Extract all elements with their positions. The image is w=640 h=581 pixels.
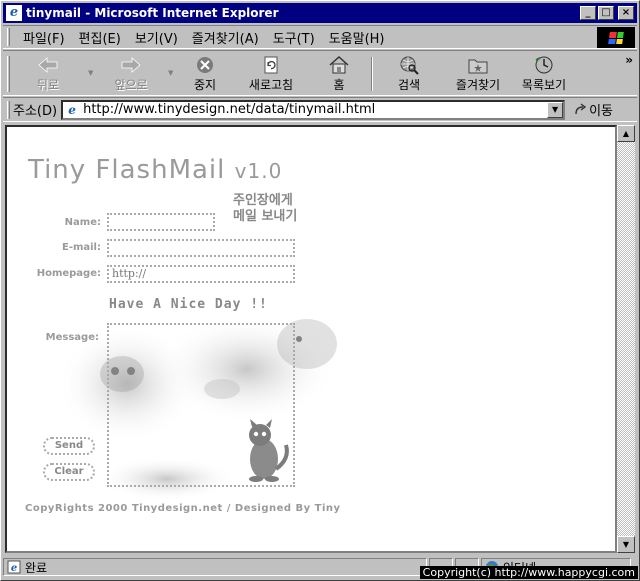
page-content: Tiny FlashMail v1.0 주인장에게 메일 보내기 Name: E… bbox=[5, 125, 617, 553]
chevron-down-icon: ▼ bbox=[88, 69, 94, 77]
title-bar: e tinymail - Microsoft Internet Explorer… bbox=[3, 3, 637, 23]
address-input[interactable]: e http://www.tinydesign.net/data/tinymai… bbox=[61, 99, 566, 120]
go-arrow-icon bbox=[575, 102, 587, 114]
name-label: Name: bbox=[64, 217, 101, 228]
window-title: tinymail - Microsoft Internet Explorer bbox=[26, 6, 279, 20]
menu-edit[interactable]: 편집(E) bbox=[72, 28, 128, 47]
history-button[interactable]: 목록보기 bbox=[515, 55, 573, 93]
message-textarea[interactable] bbox=[107, 323, 295, 487]
favorites-button[interactable]: 즐겨찾기 bbox=[447, 55, 509, 93]
menu-file[interactable]: 파일(F) bbox=[16, 28, 72, 47]
address-grip bbox=[7, 100, 10, 119]
close-button[interactable]: × bbox=[618, 6, 634, 20]
menu-grip bbox=[7, 28, 10, 46]
home-button[interactable]: 홈 bbox=[319, 55, 359, 93]
back-button[interactable]: 뒤로 bbox=[23, 55, 73, 93]
standard-toolbar: 뒤로 ▼ 앞으로 ▼ 중지 새로고침 홈 검색 즐겨찾기 목록보기 » bbox=[3, 50, 637, 96]
scroll-down-button[interactable]: ▼ bbox=[617, 536, 635, 553]
ie-logo-icon: e bbox=[6, 5, 22, 21]
greeting-text: Have A Nice Day !! bbox=[109, 297, 268, 312]
page-icon: e bbox=[68, 102, 76, 117]
forward-button[interactable]: 앞으로 bbox=[103, 55, 159, 93]
page-done-icon: e bbox=[7, 560, 21, 574]
forward-dropdown[interactable]: ▼ bbox=[163, 55, 173, 93]
vertical-scrollbar[interactable]: ▲ ▼ bbox=[617, 125, 635, 553]
name-field[interactable] bbox=[107, 213, 215, 231]
address-dropdown-button[interactable]: ▼ bbox=[547, 101, 564, 118]
menu-tools[interactable]: 도구(T) bbox=[266, 28, 322, 47]
app-logo: Tiny FlashMail v1.0 bbox=[28, 155, 283, 185]
scroll-up-button[interactable]: ▲ bbox=[617, 125, 635, 142]
menu-favorites[interactable]: 즐겨찾기(A) bbox=[185, 28, 266, 47]
address-bar: 주소(D) e http://www.tinydesign.net/data/t… bbox=[3, 97, 637, 122]
address-url[interactable]: http://www.tinydesign.net/data/tinymail.… bbox=[83, 102, 547, 117]
menu-view[interactable]: 보기(V) bbox=[128, 28, 185, 47]
email-label: E-mail: bbox=[61, 242, 101, 253]
back-arrow-icon bbox=[38, 57, 58, 73]
forward-arrow-icon bbox=[121, 57, 141, 73]
toolbar-overflow-button[interactable]: » bbox=[625, 53, 633, 67]
send-button[interactable]: Send bbox=[43, 437, 95, 455]
search-button[interactable]: 검색 bbox=[387, 55, 431, 93]
menu-help[interactable]: 도움말(H) bbox=[322, 28, 392, 47]
refresh-icon bbox=[264, 56, 278, 74]
chevron-down-icon: ▼ bbox=[168, 69, 174, 77]
favorites-folder-icon bbox=[468, 59, 488, 74]
mail-heading: 주인장에게 메일 보내기 bbox=[233, 193, 298, 224]
home-icon bbox=[329, 55, 349, 74]
windows-logo-icon bbox=[597, 27, 635, 48]
toolbar-separator bbox=[371, 57, 373, 91]
copyright-text: CopyRights 2000 Tinydesign.net / Designe… bbox=[25, 503, 341, 514]
homepage-field[interactable]: http:// bbox=[107, 265, 295, 283]
homepage-label: Homepage: bbox=[36, 268, 101, 279]
toolbar-grip bbox=[7, 56, 10, 92]
browser-window: e tinymail - Microsoft Internet Explorer… bbox=[0, 0, 640, 581]
stop-button[interactable]: 중지 bbox=[183, 55, 227, 93]
status-text-panel: e 완료 bbox=[3, 558, 427, 576]
maximize-button[interactable]: □ bbox=[598, 6, 614, 20]
watermark-text: Copyright(c) http://www.happycgi.com bbox=[419, 566, 638, 579]
go-button[interactable]: 이동 bbox=[573, 100, 613, 119]
back-dropdown[interactable]: ▼ bbox=[83, 55, 93, 93]
search-globe-icon bbox=[400, 56, 419, 75]
stop-icon bbox=[197, 57, 213, 73]
svg-text:e: e bbox=[11, 563, 17, 574]
version-label: v1.0 bbox=[234, 159, 283, 183]
email-field[interactable] bbox=[107, 239, 295, 257]
menu-bar: 파일(F) 편집(E) 보기(V) 즐겨찾기(A) 도구(T) 도움말(H) bbox=[3, 25, 637, 49]
minimize-button[interactable]: _ bbox=[580, 6, 596, 20]
message-label: Message: bbox=[45, 332, 99, 343]
refresh-button[interactable]: 새로고침 bbox=[239, 55, 303, 93]
address-label: 주소(D) bbox=[13, 104, 58, 119]
history-clock-icon bbox=[535, 56, 553, 74]
clear-button[interactable]: Clear bbox=[43, 463, 95, 481]
